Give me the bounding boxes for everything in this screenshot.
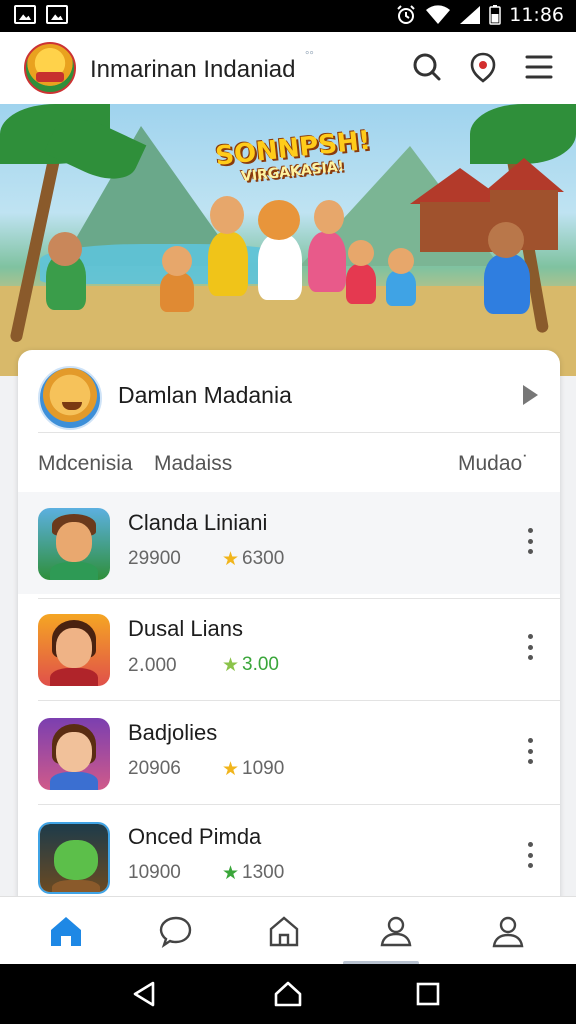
- community-icon: [380, 916, 412, 947]
- featured-avatar: [38, 366, 102, 430]
- status-bar: 11:86: [0, 0, 576, 32]
- character-fox: [258, 234, 302, 300]
- back-icon: [133, 981, 155, 1007]
- recents-icon: [416, 982, 440, 1006]
- home-system-button[interactable]: [272, 978, 304, 1010]
- game-thumbnail: [38, 614, 110, 686]
- game-rating: 1300: [242, 862, 285, 883]
- title-mark: °°: [305, 50, 314, 62]
- game-thumbnail: [38, 822, 110, 894]
- hero-title: SONNPSH! VIRGAKASIA!: [214, 125, 373, 186]
- game-thumbnail: [38, 718, 110, 790]
- search-icon: [413, 53, 441, 81]
- more-options-icon[interactable]: [528, 634, 534, 660]
- game-rating: 1090: [242, 758, 285, 779]
- nav-chat[interactable]: [156, 911, 196, 951]
- menu-button[interactable]: [522, 50, 556, 84]
- app-bar: Inmarinan Indaniad °°: [0, 32, 576, 104]
- chat-icon: [159, 916, 192, 948]
- character-boy: [208, 232, 248, 296]
- game-title: Badjolies: [128, 720, 218, 745]
- house-icon: [269, 916, 299, 947]
- game-rating: 6300: [242, 548, 285, 569]
- notification-button[interactable]: [466, 50, 500, 84]
- system-navigation: [0, 964, 576, 1024]
- app-logo[interactable]: [24, 42, 76, 94]
- list-item[interactable]: Badjolies 20906 ★ 1090: [18, 702, 560, 804]
- content-card: Damlan Madania Mdcenisia Madaiss Mudao˙ …: [18, 350, 560, 910]
- menu-icon: [525, 55, 553, 79]
- game-count: 10900: [128, 862, 181, 883]
- star-icon: ★: [222, 655, 240, 676]
- tab-1[interactable]: Madaiss: [154, 452, 232, 476]
- recents-button[interactable]: [412, 978, 444, 1010]
- home-button-icon: [274, 981, 302, 1007]
- game-title: Clanda Liniani: [128, 510, 268, 535]
- character-girl: [308, 232, 346, 292]
- star-icon: ★: [222, 863, 240, 884]
- bottom-navigation: [0, 896, 576, 965]
- notification-icon: [470, 52, 496, 83]
- tab-2[interactable]: Mudao˙: [458, 452, 529, 476]
- game-thumbnail: [38, 508, 110, 580]
- alarm-icon: [397, 5, 415, 24]
- nav-community[interactable]: [376, 911, 416, 951]
- list-item[interactable]: Dusal Lians 2․000 ★ 3.00: [18, 598, 560, 700]
- search-button[interactable]: [410, 50, 444, 84]
- nav-home[interactable]: [46, 911, 86, 951]
- more-options-icon[interactable]: [528, 842, 534, 868]
- nav-house[interactable]: [264, 911, 304, 951]
- game-rating: 3.00: [242, 654, 279, 675]
- palm-leaves-right: [470, 104, 576, 164]
- star-icon: ★: [222, 549, 240, 570]
- image-notification-icon: [46, 5, 68, 24]
- hero-banner[interactable]: SONNPSH! VIRGAKASIA!: [0, 104, 576, 376]
- more-options-icon[interactable]: [528, 738, 534, 764]
- featured-name: Damlan Madania: [118, 382, 292, 408]
- list-item[interactable]: Onced Pimda 10900 ★ 1300: [18, 806, 560, 908]
- star-icon: ★: [222, 759, 240, 780]
- game-title: Onced Pimda: [128, 824, 262, 849]
- game-count: 2․000: [128, 655, 177, 676]
- battery-icon: [489, 5, 501, 25]
- featured-item[interactable]: Damlan Madania: [18, 350, 560, 434]
- game-count: 20906: [128, 758, 181, 779]
- home-icon: [51, 917, 81, 946]
- game-title: Dusal Lians: [128, 616, 243, 641]
- play-arrow-icon[interactable]: [523, 385, 538, 405]
- game-count: 29900: [128, 548, 181, 569]
- back-button[interactable]: [128, 978, 160, 1010]
- divider: [38, 432, 560, 433]
- more-options-icon[interactable]: [528, 528, 534, 554]
- signal-icon: [460, 6, 481, 24]
- clock: 11:86: [509, 4, 564, 26]
- nav-profile[interactable]: [488, 911, 528, 951]
- tab-0[interactable]: Mdcenisia: [38, 452, 133, 476]
- gallery-notification-icon: [14, 5, 36, 24]
- app-title: Inmarinan Indaniad: [90, 56, 296, 83]
- wifi-icon: [426, 5, 451, 25]
- tab-bar: Mdcenisia Madaiss Mudao˙: [18, 434, 560, 490]
- list-item[interactable]: Clanda Liniani 29900 ★ 6300: [18, 492, 560, 594]
- profile-icon: [492, 916, 524, 948]
- character-right: [484, 254, 530, 314]
